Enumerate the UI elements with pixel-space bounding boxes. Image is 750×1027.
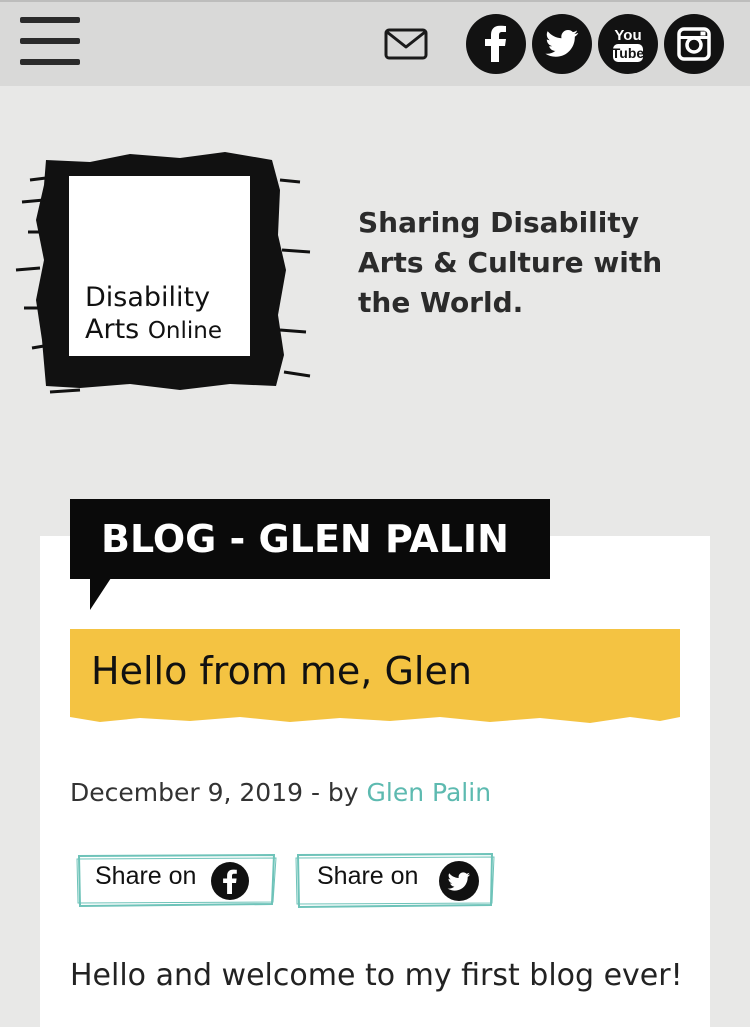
youtube-label-top: You [614, 27, 641, 44]
logo-text-online: Online [148, 318, 222, 344]
author-link[interactable]: Glen Palin [367, 778, 492, 807]
youtube-icon[interactable]: You Tube [598, 14, 658, 74]
logo-text-arts: Arts [85, 314, 139, 345]
facebook-icon [211, 862, 249, 900]
site-logo[interactable]: Disability Arts Online [10, 140, 320, 400]
share-twitter-label: Share on [317, 862, 419, 890]
hamburger-menu-icon[interactable] [20, 17, 80, 67]
post-meta: December 9, 2019 - by Glen Palin [70, 778, 491, 807]
youtube-label-bottom: Tube [612, 45, 645, 61]
byline-separator: - by [303, 778, 367, 807]
share-twitter-button[interactable]: Share on [295, 850, 497, 910]
twitter-icon [439, 861, 479, 901]
share-facebook-button[interactable]: Share on [76, 850, 278, 910]
share-facebook-label: Share on [95, 862, 197, 890]
twitter-icon[interactable] [532, 14, 592, 74]
logo-text-line1: Disability [85, 282, 210, 313]
top-bar: You Tube [0, 0, 750, 86]
logo-text-line2: Arts Online [85, 314, 222, 345]
post-date: December 9, 2019 [70, 778, 304, 807]
speech-tail-decoration [90, 578, 111, 610]
mail-icon[interactable] [384, 28, 428, 60]
blog-section-tag: BLOG - GLEN PALIN [70, 499, 550, 579]
site-tagline: Sharing Disability Arts & Culture with t… [358, 206, 663, 319]
facebook-icon[interactable] [466, 14, 526, 74]
instagram-icon[interactable] [664, 14, 724, 74]
post-title: Hello from me, Glen [91, 649, 472, 693]
post-intro-text: Hello and welcome to my first blog ever! [70, 958, 683, 993]
